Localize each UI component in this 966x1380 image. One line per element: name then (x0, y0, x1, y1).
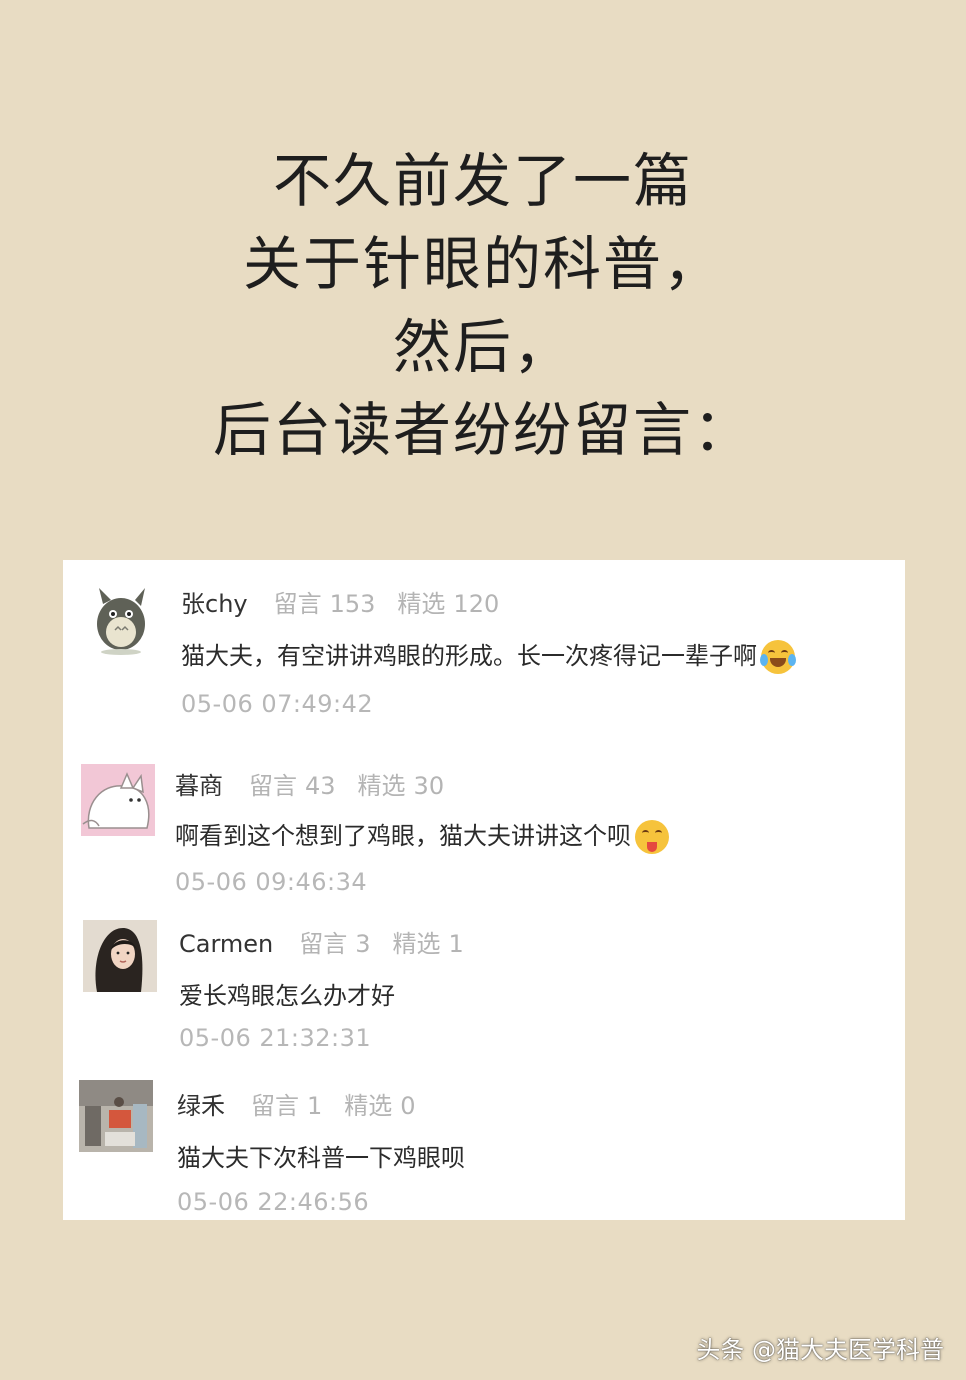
comment-timestamp: 05-06 22:46:56 (177, 1188, 370, 1216)
messages-label: 留言 (249, 772, 297, 800)
comment-text-row: 猫大夫，有空讲讲鸡眼的形成。长一次疼得记一辈子啊 (181, 636, 796, 674)
featured-stat: 精选 0 (344, 1092, 415, 1120)
headline: 不久前发了一篇 关于针眼的科普， 然后， 后台读者纷纷留言： (0, 140, 966, 472)
user-avatar[interactable] (81, 764, 155, 836)
comment-text-row: 猫大夫下次科普一下鸡眼呗 (177, 1138, 465, 1173)
comment-timestamp: 05-06 21:32:31 (179, 1024, 372, 1052)
comment-text: 猫大夫，有空讲讲鸡眼的形成。长一次疼得记一辈子啊 (181, 642, 757, 670)
comment-timestamp: 05-06 07:49:42 (181, 690, 374, 718)
messages-count: 153 (329, 590, 376, 618)
featured-label: 精选 (344, 1092, 393, 1120)
comment-meta: 张chy 留言 153 精选 120 (181, 584, 521, 619)
messages-stat: 留言 1 (251, 1092, 322, 1120)
messages-label: 留言 (273, 590, 322, 618)
headline-line-4: 后台读者纷纷留言： (212, 396, 753, 464)
photo-avatar-icon (79, 1080, 153, 1152)
messages-count: 43 (305, 772, 336, 800)
featured-stat: 精选 30 (358, 772, 445, 800)
comment-meta: 暮商 留言 43 精选 30 (175, 766, 466, 801)
messages-stat: 留言 3 (299, 930, 370, 958)
comment-meta: 绿禾 留言 1 精选 0 (177, 1086, 438, 1121)
messages-count: 3 (355, 930, 371, 958)
messages-stat: 留言 153 (274, 590, 376, 618)
user-name[interactable]: 张chy (181, 590, 248, 618)
featured-count: 0 (400, 1092, 416, 1120)
user-avatar[interactable] (83, 920, 157, 992)
laughing-crying-emoji-icon (760, 640, 796, 674)
user-avatar[interactable] (85, 584, 159, 656)
user-name[interactable]: Carmen (179, 930, 273, 958)
user-avatar[interactable] (79, 1080, 153, 1152)
comment-meta: Carmen 留言 3 精选 1 (179, 924, 486, 959)
user-name[interactable]: 暮商 (175, 772, 223, 800)
comment-text-row: 啊看到这个想到了鸡眼，猫大夫讲讲这个呗 (175, 816, 669, 854)
featured-count: 30 (413, 772, 445, 800)
messages-label: 留言 (299, 930, 348, 958)
comment-item: 张chy 留言 153 精选 120 猫大夫，有空讲讲鸡眼的形成。长一次疼得记一辈子啊 … (63, 560, 905, 740)
comment-timestamp: 05-06 09:46:34 (175, 868, 368, 896)
featured-label: 精选 (357, 772, 406, 800)
comment-text: 啊看到这个想到了鸡眼，猫大夫讲讲这个呗 (175, 822, 631, 850)
portrait-avatar-icon (83, 920, 157, 992)
comment-item: 暮商 留言 43 精选 30 啊看到这个想到了鸡眼，猫大夫讲讲这个呗 05-06 09:… (63, 740, 905, 900)
tongue-wink-emoji-icon (635, 820, 669, 854)
headline-line-1: 不久前发了一篇 (272, 147, 693, 215)
headline-line-2: 关于针眼的科普， (242, 230, 723, 298)
user-name[interactable]: 绿禾 (177, 1092, 225, 1120)
comment-text-row: 爱长鸡眼怎么办才好 (179, 976, 395, 1011)
source-watermark: 头条 @猫大夫医学科普 (696, 1336, 944, 1364)
comment-item: Carmen 留言 3 精选 1 爱长鸡眼怎么办才好 05-06 21:32:31 (63, 898, 905, 1062)
comments-card: 张chy 留言 153 精选 120 猫大夫，有空讲讲鸡眼的形成。长一次疼得记一辈子啊 … (63, 560, 905, 1220)
comment-text: 爱长鸡眼怎么办才好 (179, 982, 395, 1010)
featured-stat: 精选 1 (393, 930, 464, 958)
comment-item: 绿禾 留言 1 精选 0 猫大夫下次科普一下鸡眼呗 05-06 22:46:56 (63, 1062, 905, 1220)
featured-label: 精选 (397, 590, 446, 618)
featured-count: 1 (448, 930, 464, 958)
totoro-avatar-icon (97, 588, 145, 655)
messages-label: 留言 (251, 1092, 299, 1120)
cat-avatar-icon (82, 772, 150, 829)
headline-line-3: 然后， (392, 313, 573, 381)
messages-stat: 留言 43 (249, 772, 336, 800)
featured-label: 精选 (392, 930, 441, 958)
featured-stat: 精选 120 (397, 590, 499, 618)
messages-count: 1 (307, 1092, 323, 1120)
comment-text: 猫大夫下次科普一下鸡眼呗 (177, 1144, 465, 1172)
featured-count: 120 (453, 590, 500, 618)
